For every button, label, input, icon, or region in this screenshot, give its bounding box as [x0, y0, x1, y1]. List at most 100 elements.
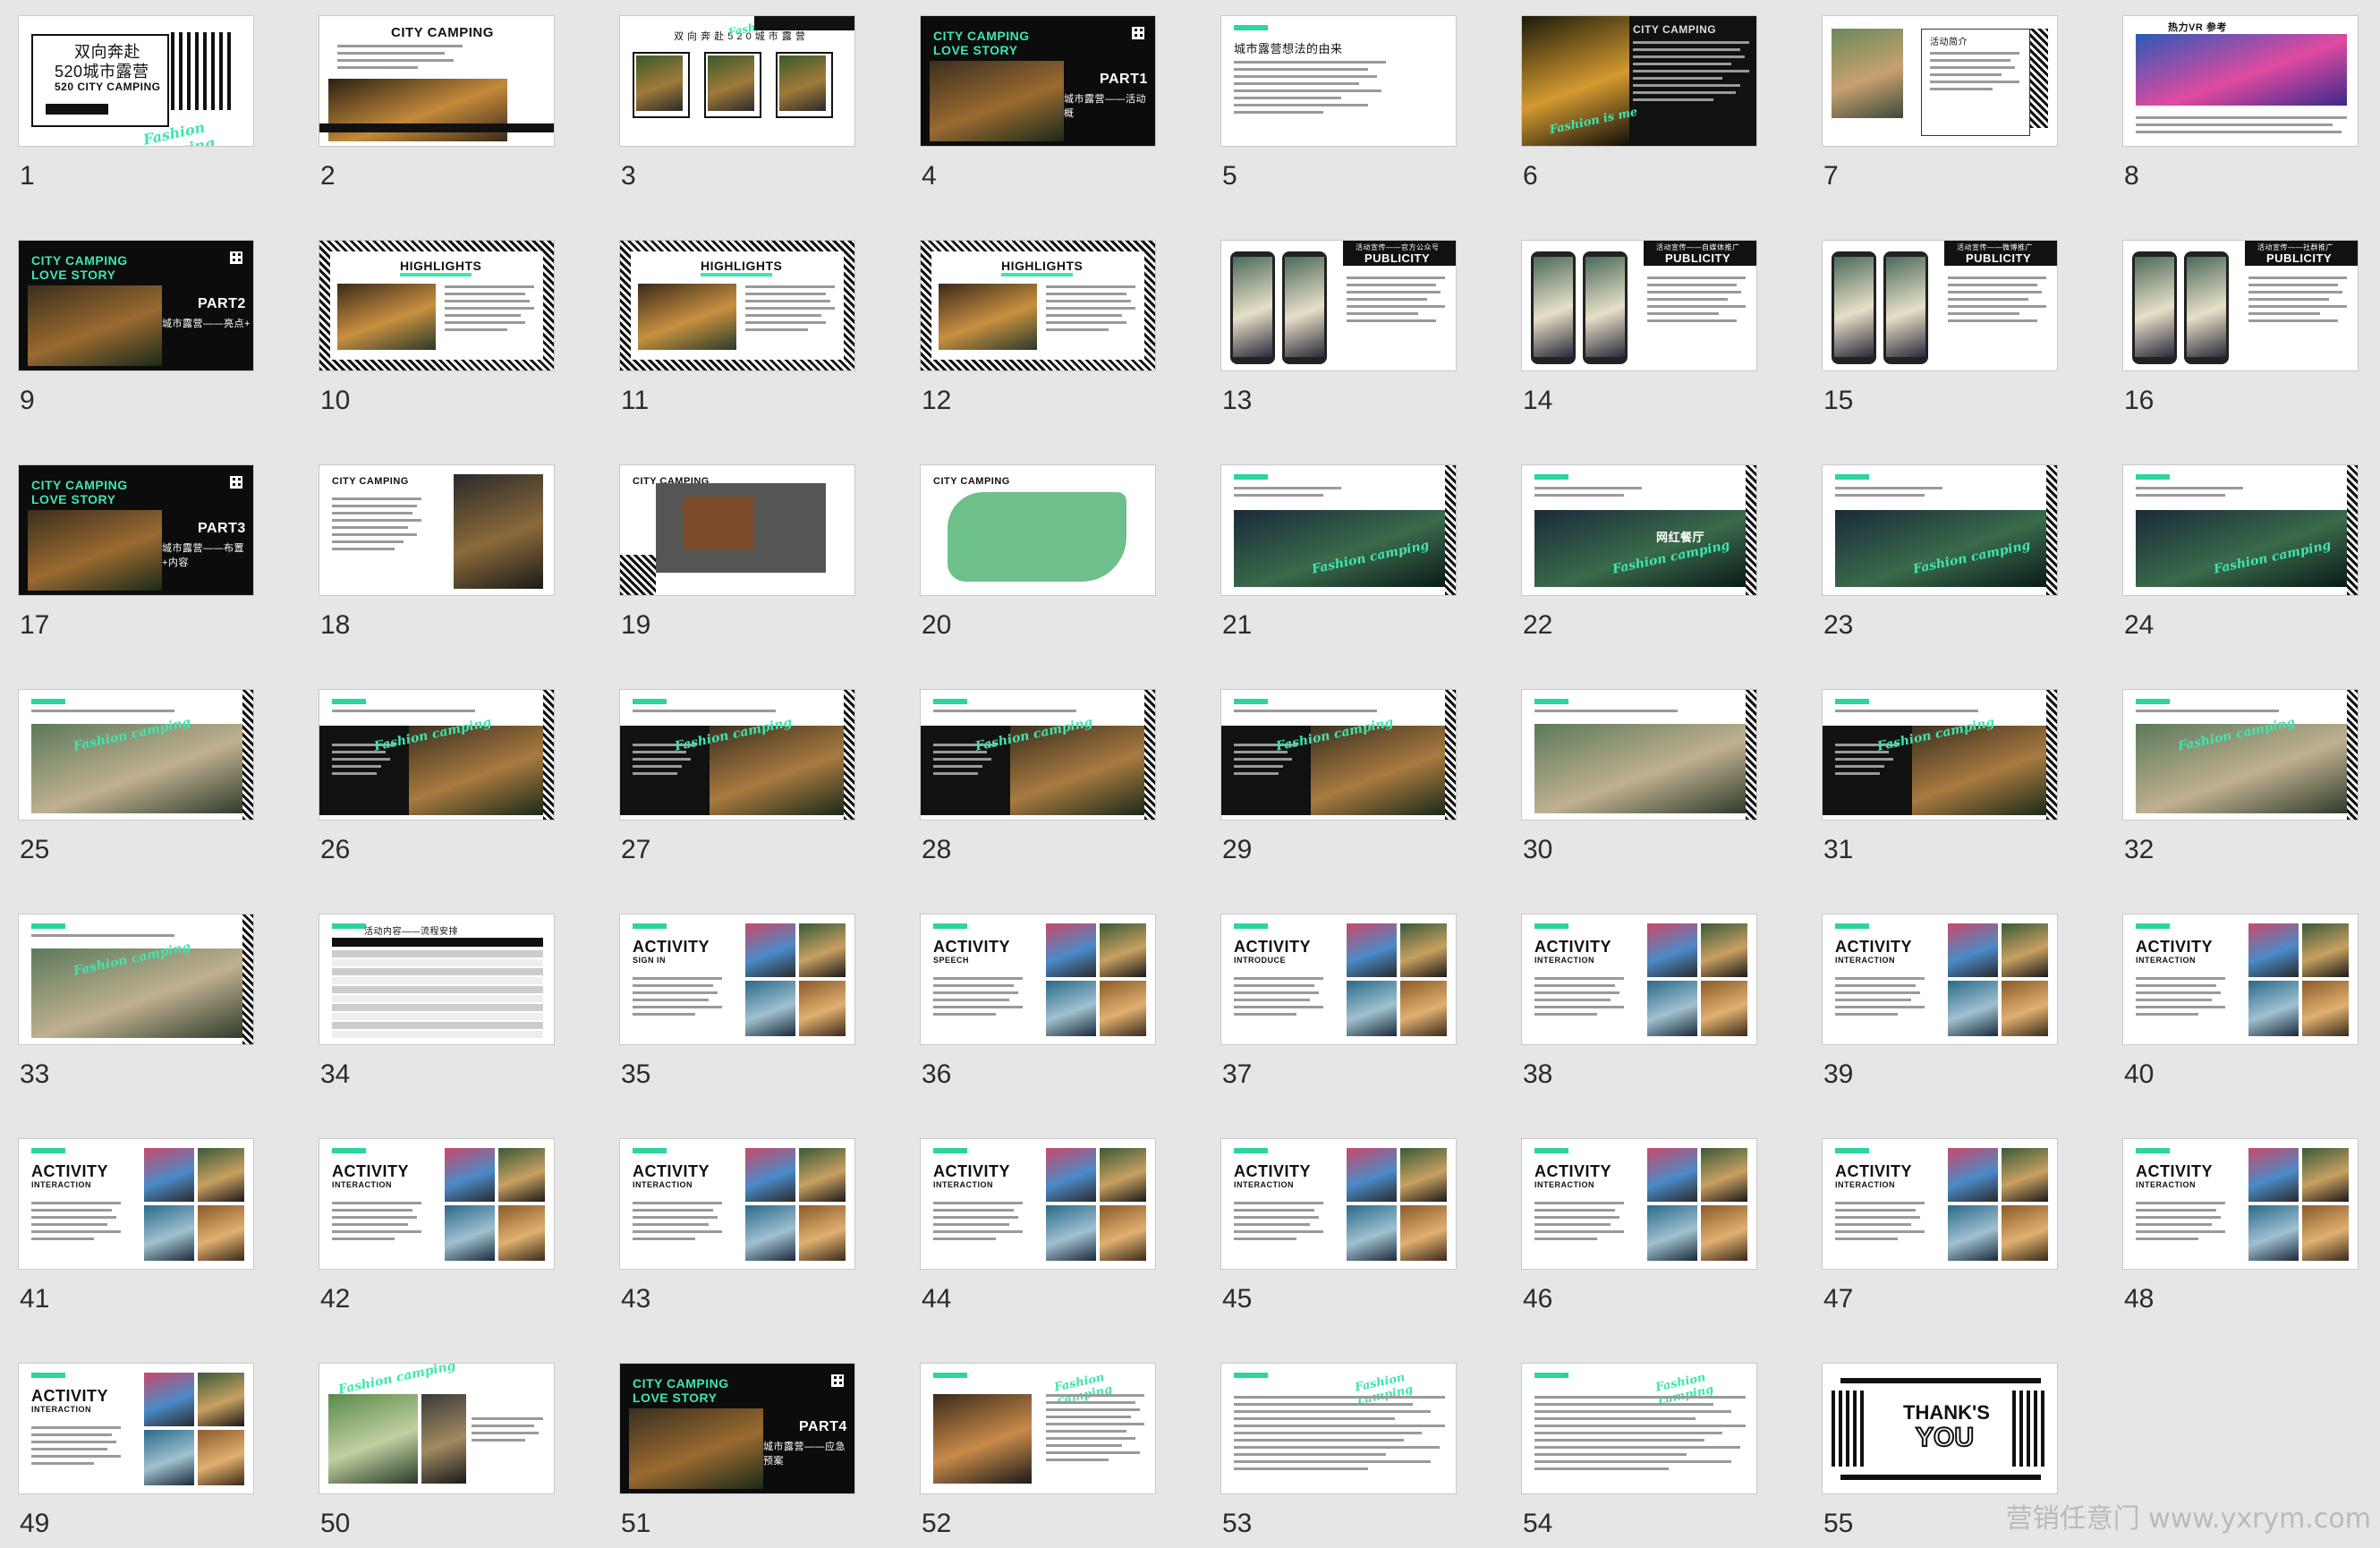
slide-text-lines — [1046, 1394, 1144, 1466]
slide-photo — [144, 1148, 194, 1202]
slide-thumbnail[interactable]: CITY CAMPING Fashion is me — [1521, 15, 1757, 147]
slide-cell: 城市露营想法的由来 5 — [1220, 15, 1457, 194]
slide-thumbnail[interactable]: Fashion camping — [1220, 464, 1457, 596]
slide-thumbnail[interactable]: Fashion camping — [1822, 464, 2058, 596]
slide-cell: 双向奔赴520城市露营520 CITY CAMPINGFashion campi… — [18, 15, 254, 194]
right-stripes — [2012, 1391, 2048, 1467]
slide-thumbnail[interactable]: Fashion camping — [619, 689, 855, 821]
slide-thumbnail[interactable]: Fashion camping — [1521, 1363, 1757, 1494]
slide-cell: Fashion camping 网红餐厅 22 — [1521, 464, 1757, 643]
slide-thumbnail[interactable]: Fashion camping — [1220, 689, 1457, 821]
slide-thumbnail[interactable]: ACTIVITY INTERACTION — [2122, 1138, 2359, 1270]
slide-thumbnail[interactable]: CITY CAMPING LOVE STORY PART2 城市露营——亮点+ — [18, 240, 254, 371]
slide-thumbnail[interactable]: 活动内容——流程安排 — [319, 914, 555, 1045]
right-stripes — [1445, 690, 1456, 820]
slide-thumbnail[interactable]: Fashion camping — [18, 689, 254, 821]
slide-tag — [2136, 1148, 2170, 1153]
slide-thumbnail[interactable]: ACTIVITY INTERACTION — [18, 1363, 254, 1494]
table-row — [332, 1031, 543, 1038]
slide-number: 35 — [621, 1059, 651, 1089]
slide-thumbnail[interactable]: 热力VR 参考 — [2122, 15, 2359, 147]
slide-thumbnail[interactable]: ACTIVITY INTERACTION — [619, 1138, 855, 1270]
slide-thumbnail[interactable]: Fashion camping 网红餐厅 — [1521, 464, 1757, 596]
slide-cell: HIGHLIGHTS 12 — [920, 240, 1156, 419]
slide-thumbnail[interactable]: 活动宣传——自媒体推广 PUBLICITY — [1521, 240, 1757, 371]
slide-thumbnail[interactable]: Fashion camping — [319, 689, 555, 821]
slide-photo — [1701, 923, 1747, 977]
slide-thumbnail[interactable]: ACTIVITY SPEECH — [920, 914, 1156, 1045]
slide-thumbnail[interactable]: CITY CAMPING — [619, 464, 855, 596]
floorplan-inner — [683, 497, 754, 550]
slide-number: 49 — [20, 1509, 50, 1538]
slide-tag — [31, 923, 65, 929]
slide-thumbnail[interactable]: ACTIVITY INTERACTION — [1521, 1138, 1757, 1270]
right-stripes — [1746, 690, 1756, 820]
slide-thumbnail[interactable]: HIGHLIGHTS — [619, 240, 855, 371]
slide-number: 47 — [1823, 1284, 1854, 1314]
slide-thumbnail[interactable]: HIGHLIGHTS — [319, 240, 555, 371]
slide-photo — [638, 284, 736, 350]
slide-photo — [2302, 1148, 2349, 1202]
slide-thumbnail[interactable]: 活动宣传——官方公众号 PUBLICITY — [1220, 240, 1457, 371]
slide-thumbnail[interactable]: ACTIVITY INTERACTION — [18, 1138, 254, 1270]
thanks-title: THANK'S — [1903, 1401, 1990, 1424]
slide-thumbnail[interactable]: 活动宣传——社群推广 PUBLICITY — [2122, 240, 2359, 371]
slide-thumbnail[interactable]: Fashion camping — [920, 689, 1156, 821]
slide-thumbnail[interactable]: Fashion camping — [1220, 1363, 1457, 1494]
slide-thumbnail[interactable] — [1521, 689, 1757, 821]
slide-thumbnail[interactable]: ACTIVITY INTERACTION — [1220, 1138, 1457, 1270]
slide-thumbnail[interactable]: ACTIVITY INTERACTION — [1822, 914, 2058, 1045]
slide-photo — [2248, 1205, 2299, 1261]
slide-thumbnail[interactable]: ACTIVITY INTERACTION — [1521, 914, 1757, 1045]
slide-text-lines — [1948, 276, 2046, 327]
part-number: PART2 — [198, 296, 246, 311]
slide-thumbnail[interactable]: ACTIVITY INTRODUCE — [1220, 914, 1457, 1045]
slide-thumbnail[interactable]: CITY CAMPING LOVE STORY PART1 城市露营——活动概 — [920, 15, 1156, 147]
slide-thumbnail[interactable]: CITY CAMPING LOVE STORY PART3 城市露营——布置+内容 — [18, 464, 254, 596]
right-stripes — [1445, 465, 1456, 595]
slide-cell: Fashion camping 21 — [1220, 464, 1457, 643]
slide-thumbnail[interactable]: 双向奔赴520城市露营520 CITY CAMPINGFashion campi… — [18, 15, 254, 147]
slide-thumbnail[interactable]: THANK'S YOU — [1822, 1363, 2058, 1494]
slide-cell: CITY CAMPING 2 — [319, 15, 555, 194]
slide-cell: CITY CAMPING 19 — [619, 464, 855, 643]
slide-thumbnail[interactable]: ACTIVITY INTERACTION — [319, 1138, 555, 1270]
slide-text-lines — [1234, 1396, 1445, 1475]
slide-thumbnail[interactable]: Fashion camping — [1822, 689, 2058, 821]
slide-cell: 活动简介 7 — [1822, 15, 2058, 194]
slide-cell: 活动宣传——官方公众号 PUBLICITY 13 — [1220, 240, 1457, 419]
slide-cell: 双 向 奔 赴 5 2 0 城 市 露 营Fashion is me 3 — [619, 15, 855, 194]
card-heading: 活动简介 — [1930, 38, 1968, 47]
slide-thumbnail[interactable]: ACTIVITY INTERACTION — [2122, 914, 2359, 1045]
slide-number: 16 — [2124, 386, 2155, 415]
slide-photo — [2248, 1148, 2299, 1202]
slide-photo — [1233, 257, 1272, 357]
slide-thumbnail[interactable]: HIGHLIGHTS — [920, 240, 1156, 371]
slide-thumbnail[interactable]: ACTIVITY INTERACTION — [1822, 1138, 2058, 1270]
bottom-rule — [1840, 1475, 2041, 1480]
slide-thumbnail[interactable]: 城市露营想法的由来 — [1220, 15, 1457, 147]
slide-thumbnail[interactable]: ACTIVITY SIGN IN — [619, 914, 855, 1045]
slide-thumbnail[interactable]: Fashion camping — [2122, 689, 2359, 821]
slide-cell: ACTIVITY INTERACTION 47 — [1822, 1138, 2058, 1317]
slide-thumbnail[interactable]: CITY CAMPING LOVE STORY PART4 城市露营——应急预案 — [619, 1363, 855, 1494]
slide-thumbnail[interactable]: 活动宣传——微博推广 PUBLICITY — [1822, 240, 2058, 371]
slide-thumbnail[interactable]: ACTIVITY INTERACTION — [920, 1138, 1156, 1270]
slide-number: 44 — [922, 1284, 952, 1314]
slide-number: 22 — [1523, 610, 1553, 640]
slide-thumbnail[interactable]: Fashion camping — [920, 1363, 1156, 1494]
slide-thumbnail[interactable]: Fashion camping — [319, 1363, 555, 1494]
slide-thumbnail[interactable]: CITY CAMPING — [319, 464, 555, 596]
slide-photo — [1046, 981, 1096, 1036]
slide-thumbnail[interactable]: 活动简介 — [1822, 15, 2058, 147]
part-subtitle: LOVE STORY — [933, 43, 1018, 57]
slide-thumbnail[interactable]: CITY CAMPING — [920, 464, 1156, 596]
slide-thumbnail[interactable]: Fashion camping — [2122, 464, 2359, 596]
slide-thumbnail[interactable]: CITY CAMPING — [319, 15, 555, 147]
slide-cell: 热力VR 参考 8 — [2122, 15, 2359, 194]
slide-thumbnail[interactable]: 双 向 奔 赴 5 2 0 城 市 露 营Fashion is me — [619, 15, 855, 147]
slide-text-lines — [31, 1202, 121, 1245]
slide-text-lines — [1234, 1202, 1323, 1245]
slide-number: 4 — [922, 161, 937, 191]
slide-thumbnail[interactable]: Fashion camping — [18, 914, 254, 1045]
